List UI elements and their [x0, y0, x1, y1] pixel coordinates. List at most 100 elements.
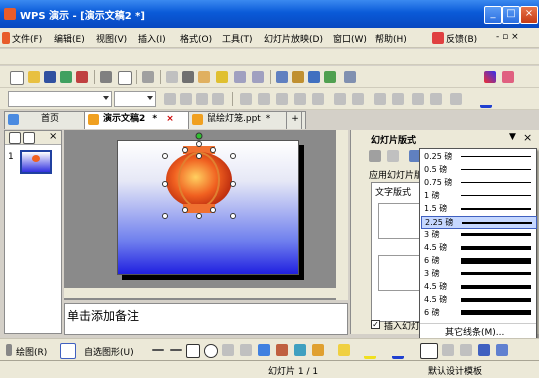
line-icon[interactable] [152, 349, 164, 351]
layout-thumb[interactable] [378, 255, 422, 291]
picture-icon[interactable] [312, 344, 324, 356]
forward-arrow-icon[interactable] [387, 150, 399, 162]
view-switch-icon[interactable] [6, 344, 12, 356]
line-weight-option[interactable]: 4.5 磅 [421, 242, 535, 253]
grid-icon[interactable] [344, 71, 356, 83]
autoshape-menu[interactable]: 自选图形(U) [84, 345, 134, 358]
layout-thumb[interactable] [378, 203, 422, 239]
increase-indent-icon[interactable] [392, 93, 404, 105]
arrow-icon[interactable] [170, 349, 182, 351]
ellipse-icon[interactable] [204, 344, 218, 358]
doc-window-controls[interactable]: - ▫ × [496, 32, 519, 42]
font-name-combo[interactable] [8, 91, 112, 107]
line-weight-option[interactable]: 2.25 磅 [421, 216, 537, 229]
lantern-shape[interactable] [155, 132, 245, 230]
menu-format[interactable]: 格式(O) [180, 32, 212, 45]
menu-window[interactable]: 窗口(W) [333, 32, 367, 45]
fill-color-icon[interactable] [338, 344, 350, 356]
chart-icon[interactable] [308, 71, 320, 83]
menu-feedback[interactable]: 反馈(B) [446, 32, 477, 45]
shrink-font-icon[interactable] [430, 93, 442, 105]
menu-help[interactable]: 帮助(H) [375, 32, 407, 45]
vertical-textbox-icon[interactable] [240, 344, 252, 356]
decrease-indent-icon[interactable] [374, 93, 386, 105]
numbering-icon[interactable] [334, 93, 346, 105]
rotate-handle[interactable] [195, 132, 203, 140]
align-center-icon[interactable] [258, 93, 270, 105]
line-weight-dropdown[interactable]: 0.25 磅 0.5 磅 0.75 磅 1 磅 1.5 磅 2.25 磅 3 磅 4.5 磅 6… [419, 148, 537, 340]
tab-close-icon[interactable]: × [166, 114, 174, 124]
color-scheme-icon[interactable] [484, 71, 496, 83]
line-weight-option[interactable]: 3 磅 [421, 229, 535, 240]
dash-style-icon[interactable] [442, 344, 454, 356]
task-pane-close-icon[interactable]: × [523, 131, 532, 144]
more-lines-option[interactable]: 其它线条(M)... [445, 325, 504, 338]
menu-view[interactable]: 视图(V) [96, 32, 127, 45]
align-right-icon[interactable] [276, 93, 288, 105]
wordart-icon[interactable] [258, 344, 270, 356]
draw-menu[interactable]: 绘图(R) [16, 345, 47, 358]
slide-thumbnail[interactable] [20, 150, 52, 174]
line-weight-option[interactable]: 1.5 磅 [421, 203, 535, 214]
align-left-icon[interactable] [240, 93, 252, 105]
redo-icon[interactable] [252, 71, 264, 83]
line-weight-option[interactable]: 4.5 磅 [421, 294, 535, 305]
shadow-icon[interactable] [212, 93, 224, 105]
back-arrow-icon[interactable] [369, 150, 381, 162]
justify-icon[interactable] [294, 93, 306, 105]
paste-icon[interactable] [198, 71, 210, 83]
line-style-icon[interactable] [420, 343, 438, 359]
insert-checkbox[interactable]: ✓ [371, 320, 380, 329]
table-icon[interactable] [324, 71, 336, 83]
line-weight-option[interactable]: 0.75 磅 [421, 177, 535, 188]
format-painter-icon[interactable] [216, 71, 228, 83]
close-button[interactable]: × [520, 6, 538, 24]
slides-view-icon[interactable] [9, 132, 21, 144]
font-color-icon[interactable] [480, 93, 492, 108]
line-weight-option[interactable]: 3 磅 [421, 268, 535, 279]
undo-icon[interactable] [234, 71, 246, 83]
new-file-icon[interactable] [10, 71, 24, 85]
email-icon[interactable] [60, 71, 72, 83]
grow-font-icon[interactable] [412, 93, 424, 105]
minimize-button[interactable]: _ [484, 6, 502, 24]
shadow-style-icon[interactable] [478, 344, 490, 356]
menu-edit[interactable]: 编辑(E) [54, 32, 85, 45]
line-weight-option[interactable]: 6 磅 [421, 255, 535, 266]
bold-icon[interactable] [164, 93, 176, 105]
clipart-icon[interactable] [502, 71, 514, 83]
line-color-icon[interactable] [364, 344, 376, 359]
export-pdf-icon[interactable] [76, 71, 88, 83]
new-tab-button[interactable]: + [286, 111, 302, 129]
maximize-button[interactable]: □ [502, 6, 520, 24]
print-preview-icon[interactable] [118, 71, 132, 85]
menu-tools[interactable]: 工具(T) [222, 32, 253, 45]
textbox-icon[interactable] [222, 344, 234, 356]
print-icon[interactable] [100, 71, 112, 83]
arrow-style-icon[interactable] [460, 344, 472, 356]
rectangle-icon[interactable] [186, 344, 200, 358]
line-weight-option[interactable]: 0.5 磅 [421, 164, 535, 175]
menu-file[interactable]: 文件(F) [12, 32, 42, 45]
image-icon[interactable] [292, 71, 304, 83]
font-size-combo[interactable] [114, 91, 156, 107]
menu-slideshow[interactable]: 幻灯片放映(D) [264, 32, 323, 45]
line-spacing-icon[interactable] [450, 93, 462, 105]
formula-icon[interactable] [276, 71, 288, 83]
line-weight-option[interactable]: 1 磅 [421, 190, 535, 201]
notes-pane[interactable]: 单击添加备注 [64, 303, 348, 335]
vertical-scrollbar[interactable] [336, 130, 348, 300]
line-weight-option[interactable]: 4.5 磅 [421, 281, 535, 292]
italic-icon[interactable] [180, 93, 192, 105]
cut-icon[interactable] [182, 71, 194, 83]
copy-icon[interactable] [166, 71, 178, 83]
horizontal-scrollbar[interactable] [64, 288, 336, 298]
task-pane-menu-icon[interactable]: ▼ [509, 132, 516, 142]
bullets-icon[interactable] [352, 93, 364, 105]
open-folder-icon[interactable] [28, 71, 40, 83]
translate-icon[interactable] [142, 71, 154, 83]
line-weight-option[interactable]: 0.25 磅 [421, 151, 535, 162]
save-icon[interactable] [44, 71, 56, 83]
distribute-icon[interactable] [312, 93, 324, 105]
line-weight-option[interactable]: 6 磅 [421, 307, 535, 318]
